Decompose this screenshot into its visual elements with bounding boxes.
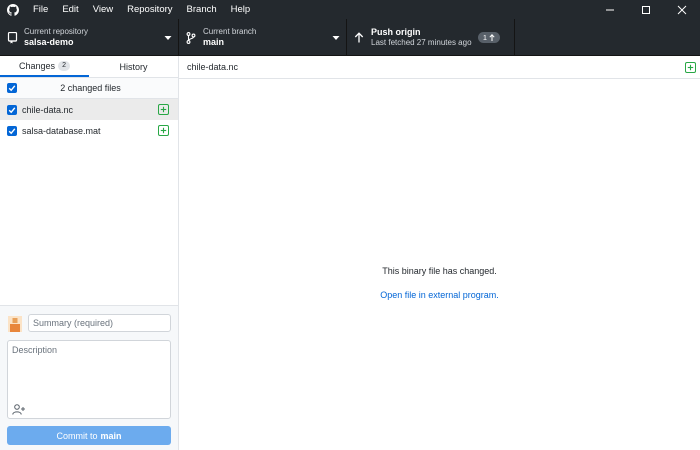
menu-help[interactable]: Help [224,0,258,19]
close-button[interactable] [664,0,700,19]
last-fetched-text: Last fetched 27 minutes ago [371,38,472,47]
file-list-item[interactable]: salsa-database.mat [0,120,178,141]
current-branch-selector[interactable]: Current branch main [179,19,347,56]
commit-button[interactable]: Commit to main [7,426,171,445]
repository-name: salsa-demo [24,37,74,47]
diff-panel: chile-data.nc This binary file has chang… [179,56,700,450]
github-logo-icon [0,0,26,19]
menu-edit[interactable]: Edit [55,0,85,19]
open-external-link[interactable]: Open file in external program. [179,290,700,300]
commit-description-input[interactable] [8,341,170,401]
menu-file[interactable]: File [26,0,55,19]
checkmark-icon [8,127,16,134]
commit-button-branch: main [100,430,122,441]
user-avatar [8,316,22,332]
menu-view[interactable]: View [86,0,120,19]
push-origin-button[interactable]: Push origin Last fetched 27 minutes ago … [347,19,515,56]
file-added-icon [158,125,169,136]
diff-file-name: chile-data.nc [187,62,239,72]
repository-caption: Current repository [24,27,89,36]
commit-button-prefix: Commit to [56,430,98,441]
changes-count-badge: 2 [58,60,70,71]
sidebar-tabs: Changes 2 History [0,56,178,78]
checkmark-icon [8,85,16,92]
arrow-up-icon [347,32,371,43]
current-repository-selector[interactable]: Current repository salsa-demo [0,19,179,56]
branch-name: main [203,37,225,47]
minimize-button[interactable] [592,0,628,19]
ahead-count: 1 [482,33,487,42]
tab-history-label: History [119,61,148,72]
file-checkbox[interactable] [7,125,17,136]
arrow-up-small-icon [489,34,495,41]
repo-icon [0,31,24,44]
file-added-icon [158,104,169,115]
close-icon [677,5,687,14]
file-name: salsa-database.mat [22,125,101,136]
changes-header: 2 changed files [0,78,178,99]
select-all-checkbox[interactable] [7,83,17,93]
tab-changes-label: Changes [19,60,56,71]
commit-panel: Commit to main [0,305,178,450]
file-checkbox[interactable] [7,104,17,115]
title-bar: File Edit View Repository Branch Help [0,0,700,19]
chevron-down-icon [326,35,346,41]
changes-sidebar: Changes 2 History 2 changed files chile-… [0,56,179,450]
file-name: chile-data.nc [22,104,74,115]
file-list-item[interactable]: chile-data.nc [0,99,178,120]
diff-file-header: chile-data.nc [179,56,700,79]
push-title: Push origin [371,27,421,37]
chevron-down-icon [158,35,178,41]
minimize-icon [606,9,614,10]
add-coauthor-button[interactable] [12,403,26,415]
menu-repository[interactable]: Repository [120,0,179,19]
binary-file-message: This binary file has changed. [382,266,497,276]
checkmark-icon [8,106,16,113]
add-person-icon [12,403,25,415]
commit-description-box [7,340,171,419]
window-controls [592,0,700,19]
tab-changes[interactable]: Changes 2 [0,56,89,77]
ahead-count-badge: 1 [477,32,500,43]
maximize-icon [642,5,650,14]
changed-files-count: 2 changed files [60,83,121,93]
menu-bar: File Edit View Repository Branch Help [26,0,257,19]
branch-caption: Current branch [203,27,257,36]
branch-icon [179,31,203,44]
toolbar: Current repository salsa-demo Current br… [0,19,700,56]
menu-branch[interactable]: Branch [180,0,224,19]
tab-history[interactable]: History [89,56,178,77]
file-added-icon [685,61,696,73]
maximize-button[interactable] [628,0,664,19]
commit-summary-input[interactable] [28,314,171,332]
